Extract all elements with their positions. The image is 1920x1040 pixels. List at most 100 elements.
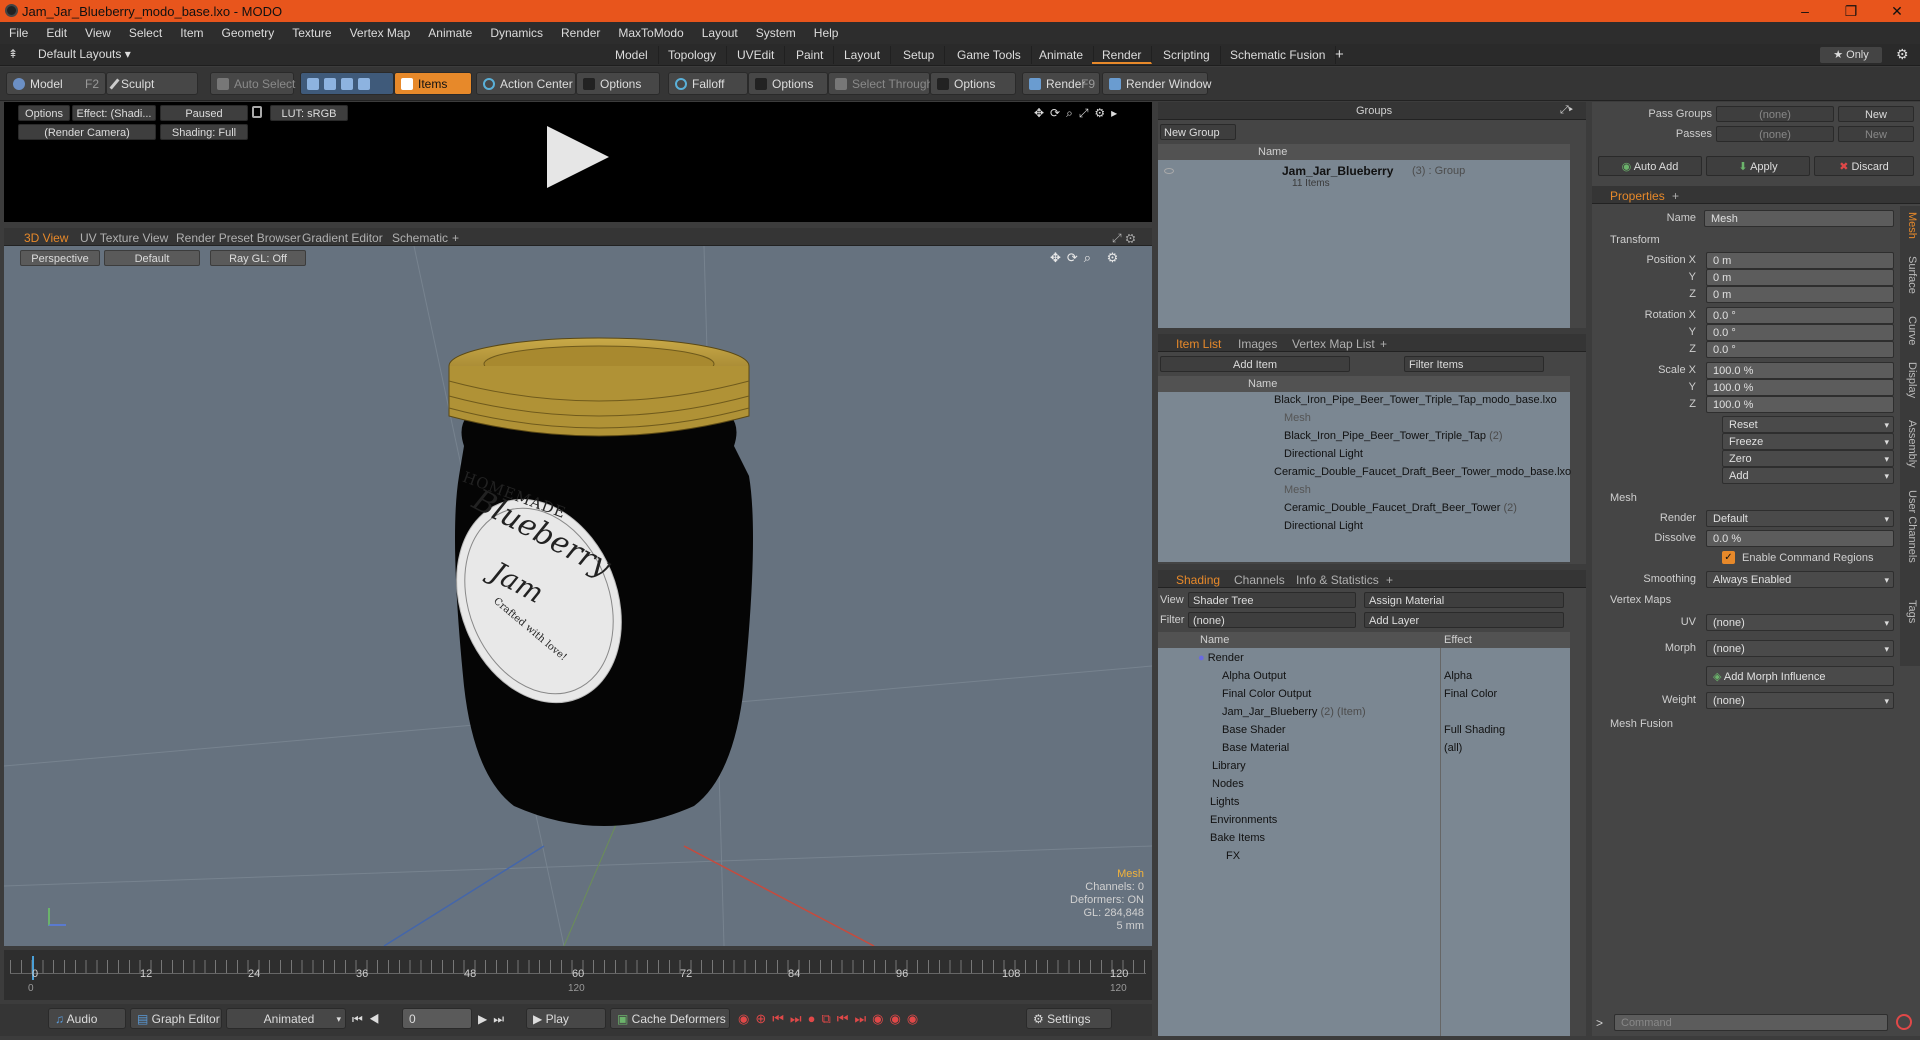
list-item[interactable]: Black_Iron_Pipe_Beer_Tower_Triple_Tap_mo…: [1274, 394, 1557, 406]
menu-system[interactable]: System: [747, 26, 805, 40]
menu-dynamics[interactable]: Dynamics: [481, 26, 552, 40]
menu-help[interactable]: Help: [805, 26, 848, 40]
select-through-button[interactable]: Select Through: [828, 72, 933, 95]
lock-icon[interactable]: [252, 106, 262, 118]
side-tab-curve[interactable]: Curve: [1900, 316, 1918, 345]
side-tab-display[interactable]: Display: [1900, 362, 1918, 398]
perspective-dropdown[interactable]: Perspective: [20, 250, 100, 266]
add-item-dropdown[interactable]: Add Item: [1160, 356, 1350, 372]
minimize-button[interactable]: –: [1782, 0, 1828, 22]
polygon-mode-icon[interactable]: [341, 78, 353, 90]
apply-button[interactable]: ⬇ Apply: [1706, 156, 1810, 176]
tab-render[interactable]: Render: [1092, 46, 1153, 64]
material-mode-icon[interactable]: [358, 78, 370, 90]
add-tab-button[interactable]: +: [1335, 46, 1344, 63]
menu-texture[interactable]: Texture: [283, 26, 340, 40]
collapse-icon[interactable]: ⇞: [8, 47, 18, 61]
settings-button[interactable]: ⚙ Settings: [1026, 1008, 1112, 1029]
tab-properties[interactable]: Properties: [1610, 189, 1665, 203]
shader-effect[interactable]: (all): [1444, 742, 1462, 754]
tab-layout[interactable]: Layout: [834, 46, 892, 64]
shader-row[interactable]: Base Material: [1222, 742, 1289, 754]
render-button[interactable]: Render F9: [1022, 72, 1100, 95]
vertex-mode-icon[interactable]: [307, 78, 319, 90]
step-back-icons[interactable]: ⏮◀: [352, 1012, 386, 1027]
tab-game-tools[interactable]: Game Tools: [947, 46, 1032, 64]
tab-model[interactable]: Model: [605, 46, 659, 64]
shader-row[interactable]: Base Shader: [1222, 724, 1286, 736]
shader-effect[interactable]: Full Shading: [1444, 724, 1505, 736]
list-item[interactable]: Black_Iron_Pipe_Beer_Tower_Triple_Tap (2…: [1284, 430, 1503, 442]
range-start[interactable]: 0: [28, 983, 34, 994]
shader-effect[interactable]: Alpha: [1444, 670, 1472, 682]
raygl-dropdown[interactable]: Ray GL: Off: [210, 250, 306, 266]
select-through-options[interactable]: Options: [930, 72, 1016, 95]
step-forward-icons[interactable]: ▶⏭: [478, 1012, 510, 1027]
graph-editor-button[interactable]: ▤ Graph Editor: [130, 1008, 222, 1029]
shader-row[interactable]: Nodes: [1212, 778, 1244, 790]
tab-schematic[interactable]: Schematic: [392, 231, 448, 245]
gear-icon[interactable]: ⚙: [1896, 46, 1909, 63]
3d-viewport[interactable]: Perspective Default Ray GL: Off ✥⟳⌕ ⚙ HO…: [4, 246, 1152, 946]
list-item[interactable]: Mesh: [1284, 412, 1311, 424]
tab-3d-view[interactable]: 3D View: [24, 231, 68, 245]
menu-view[interactable]: View: [76, 26, 120, 40]
tab-topology[interactable]: Topology: [658, 46, 728, 64]
animated-dropdown[interactable]: Animated ▾: [226, 1008, 346, 1029]
range-end[interactable]: 120: [1110, 983, 1127, 994]
tab-uvedit[interactable]: UVEdit: [727, 46, 786, 64]
menu-animate[interactable]: Animate: [419, 26, 481, 40]
shader-row[interactable]: Alpha Output: [1222, 670, 1286, 682]
pass-groups-dropdown[interactable]: (none): [1716, 106, 1834, 122]
dissolve-field[interactable]: 0.0 %: [1706, 530, 1894, 547]
freeze-dropdown[interactable]: Freeze ▾: [1722, 433, 1894, 450]
add-morph-influence-button[interactable]: ◈ Add Morph Influence: [1706, 666, 1894, 686]
falloff-button[interactable]: Falloff: [668, 72, 748, 95]
auto-select-button[interactable]: Auto Select: [210, 72, 295, 95]
transform-section[interactable]: Transform: [1610, 234, 1660, 246]
restore-button[interactable]: ❐: [1828, 0, 1874, 22]
timeline[interactable]: 0 12 24 36 48 60 72 84 96 108 120 0 120 …: [4, 950, 1152, 1000]
add-layer-dropdown[interactable]: Add Layer: [1364, 612, 1564, 628]
menu-item[interactable]: Item: [171, 26, 212, 40]
viewport-nav-icons[interactable]: ✥⟳⌕ ⚙: [1050, 250, 1124, 266]
morph-dropdown[interactable]: (none) ▾: [1706, 640, 1894, 657]
tab-shading[interactable]: Shading: [1176, 573, 1220, 587]
passes-dropdown[interactable]: (none): [1716, 126, 1834, 142]
smoothing-dropdown[interactable]: Always Enabled ▾: [1706, 571, 1894, 588]
rotation-x-field[interactable]: 0.0 °: [1706, 307, 1894, 324]
menu-select[interactable]: Select: [120, 26, 171, 40]
group-jam-jar[interactable]: Jam_Jar_Blueberry: [1282, 164, 1393, 178]
tab-animate[interactable]: Animate: [1029, 46, 1095, 64]
tab-schematic-fusion[interactable]: Schematic Fusion: [1220, 46, 1337, 64]
frame-field[interactable]: 0: [402, 1008, 472, 1029]
viewport-expand-icon[interactable]: ⤢⚙: [1112, 231, 1139, 246]
side-tab-mesh[interactable]: Mesh: [1900, 212, 1918, 239]
weight-dropdown[interactable]: (none) ▾: [1706, 692, 1894, 709]
menu-vertex-map[interactable]: Vertex Map: [341, 26, 420, 40]
menu-maxtomodo[interactable]: MaxToModo: [609, 26, 692, 40]
shader-row[interactable]: Jam_Jar_Blueberry (2) (Item): [1222, 706, 1366, 718]
lut-dropdown[interactable]: LUT: sRGB: [270, 105, 348, 121]
range-mid[interactable]: 120: [568, 983, 585, 994]
position-x-field[interactable]: 0 m: [1706, 252, 1894, 269]
add-viewport-tab[interactable]: +: [452, 231, 459, 245]
add-shading-tab[interactable]: +: [1386, 573, 1393, 587]
new-group-button[interactable]: New Group: [1160, 124, 1236, 140]
side-tab-user-channels[interactable]: User Channels: [1900, 490, 1918, 563]
new-pass-button[interactable]: New: [1838, 126, 1914, 142]
view-dropdown[interactable]: Shader Tree: [1188, 592, 1356, 608]
list-item[interactable]: Mesh: [1284, 484, 1311, 496]
reset-dropdown[interactable]: Reset ▾: [1722, 416, 1894, 433]
preview-options-button[interactable]: Options: [18, 105, 70, 121]
shader-row[interactable]: Final Color Output: [1222, 688, 1311, 700]
tab-info-statistics[interactable]: Info & Statistics: [1296, 573, 1379, 587]
side-tab-surface[interactable]: Surface: [1900, 256, 1918, 294]
vertex-maps-section[interactable]: Vertex Maps: [1610, 594, 1671, 606]
tab-images[interactable]: Images: [1238, 337, 1277, 351]
tab-uv-texture-view[interactable]: UV Texture View: [80, 231, 168, 245]
new-pass-group-button[interactable]: New: [1838, 106, 1914, 122]
scale-x-field[interactable]: 100.0 %: [1706, 362, 1894, 379]
tab-gradient-editor[interactable]: Gradient Editor: [302, 231, 383, 245]
add-properties-tab[interactable]: +: [1672, 189, 1679, 203]
